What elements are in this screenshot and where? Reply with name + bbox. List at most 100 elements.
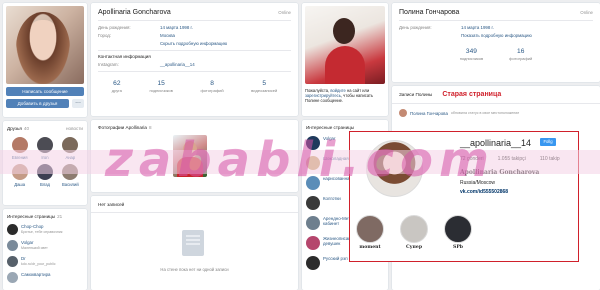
profile-counters: 62 друга 15 подписчиков 8 фотографий 5 видео… <box>98 80 291 93</box>
highlight-label: moment <box>359 245 381 250</box>
counter-videos[interactable]: 5 видеозаписей <box>251 80 277 93</box>
page-avatar <box>7 272 18 283</box>
instagram-highlight: Супер <box>394 215 434 250</box>
page-title: Самоквартира <box>21 272 51 277</box>
counter-label: подписчиков <box>149 87 173 93</box>
page-title: Dr <box>21 256 26 261</box>
friend-name: Iron <box>41 155 49 160</box>
more-actions-button[interactable]: ... <box>72 98 84 108</box>
photos-block: Фотографии Apollinaria 8 <box>91 120 298 192</box>
divider <box>98 20 291 21</box>
info-value[interactable]: Москва <box>160 33 175 38</box>
info-label-spacer <box>98 41 160 46</box>
instagram-profile-screenshot: __apollinaria__14 Follg 72 gönderi 1.055… <box>349 131 579 262</box>
toggle-details-link[interactable]: Скрыть подробную информацию <box>160 41 227 46</box>
instagram-followers-count: 1.055 takipçi <box>497 156 526 162</box>
side-page-avatar <box>306 156 320 170</box>
info-row-city: Город: Москва <box>98 33 291 38</box>
counter-label: видеозаписей <box>251 87 278 93</box>
side-page-avatar <box>306 196 320 210</box>
friends-news-link[interactable]: новости <box>66 126 83 131</box>
instagram-following-count: 110 takip <box>539 156 560 162</box>
second-name-row: Полина Гончарова Online <box>399 9 593 16</box>
side-profile-photo[interactable] <box>305 6 385 84</box>
info-row-instagram: Instagram: __apollinaria__14 <box>98 62 291 67</box>
side-pages-header: Интересные страницы <box>306 125 384 130</box>
page-item[interactable]: Chop-Chop Бритье, тебе справочник <box>7 224 83 235</box>
info-row-toggle: Скрыть подробную информацию <box>98 41 291 46</box>
counter-followers[interactable]: 15 подписчиков <box>149 80 172 93</box>
counter-photos[interactable]: 8 фотографий <box>200 80 223 93</box>
pages-title[interactable]: Интересные страницы <box>7 214 55 219</box>
page-subtitle: Маленький свет <box>21 246 48 250</box>
info-label: День рождения: <box>98 24 131 30</box>
instagram-link[interactable]: __apollinaria__14 <box>160 62 195 67</box>
wall-tab[interactable]: Нет записей <box>91 196 298 213</box>
friend-item[interactable]: Анар <box>58 137 83 160</box>
friends-block: Друзья 40 новости Евгения Iron Анар Даша … <box>3 121 87 205</box>
friend-avatar <box>11 164 28 180</box>
counter-followers[interactable]: 349 подписчиков <box>460 48 483 61</box>
counter-label: фотографий <box>200 87 224 93</box>
friend-item[interactable]: Даша <box>7 164 32 187</box>
counter-label: друга <box>111 87 122 93</box>
friends-title[interactable]: Друзья <box>7 126 22 131</box>
post-author-name: Полина Гончарова <box>410 110 448 116</box>
info-row-birthday: День рождения: 14 марта 1998 г. <box>98 25 291 30</box>
profile-avatar-card: Написать сообщение Добавить в друзья ... <box>3 3 87 117</box>
old-page-label: Старая страница <box>442 91 502 98</box>
wall-post[interactable]: Полина Гончарова обновила статус в свое … <box>392 104 600 122</box>
friend-name: Евгения <box>11 155 28 160</box>
instagram-stats: 72 gönderi 1.055 takipçi 110 takip <box>460 156 560 162</box>
highlight-label: SPb <box>453 245 463 250</box>
divider <box>98 49 291 51</box>
page-item[interactable]: Dr kdo.ru/dr_your_public <box>7 256 83 267</box>
friend-item[interactable]: Евгения <box>7 137 32 160</box>
photos-title[interactable]: Фотографии Apollinaria <box>98 125 147 130</box>
friend-avatar <box>36 164 53 180</box>
friend-avatar <box>36 137 53 153</box>
info-value[interactable]: 14 марта 1998 г. <box>461 25 494 30</box>
page-subtitle: kdo.ru/dr_your_public <box>21 262 56 266</box>
page-item[interactable]: Самоквартира <box>7 272 83 283</box>
info-label: День рождения: <box>399 24 432 30</box>
friend-name: Анар <box>65 155 76 160</box>
side-pages-title[interactable]: Интересные страницы <box>306 125 354 130</box>
friend-item[interactable]: Iron <box>32 137 57 160</box>
photo-thumbnail[interactable] <box>173 135 207 177</box>
counter-friends[interactable]: 62 друга <box>112 80 122 93</box>
friend-item[interactable]: Влад <box>32 164 57 187</box>
send-message-button[interactable]: Написать сообщение <box>6 87 84 96</box>
instagram-highlight: moment <box>350 215 390 250</box>
post-author-avatar <box>399 109 407 117</box>
divider <box>399 20 593 21</box>
interesting-pages-block: Интересные страницы 21 Chop-Chop Бритье, т… <box>3 209 87 290</box>
counter-number: 5 <box>262 79 266 87</box>
counter-number: 16 <box>517 47 525 55</box>
side-page-avatar <box>306 176 320 190</box>
post-action-text: обновила статус в свое местоположение <box>450 111 520 115</box>
info-value[interactable]: 14 марта 1998 г. <box>160 25 193 30</box>
second-profile-card: Полина Гончарова Online День рождения: 1… <box>392 3 600 82</box>
instagram-full-name: Apollinaria Goncharova <box>460 169 540 176</box>
profile-avatar-photo[interactable] <box>6 6 84 84</box>
friend-item[interactable]: Василий <box>58 164 83 187</box>
side-page-title: Volgar <box>323 136 336 141</box>
friend-avatar <box>11 137 28 153</box>
counter-number: 8 <box>210 79 214 87</box>
pages-header: Интересные страницы 21 <box>7 214 83 219</box>
counter-label: фотографий <box>509 55 533 61</box>
tab-wall-posts[interactable]: Записи Полины <box>399 92 432 97</box>
divider <box>98 71 291 72</box>
side-page-avatar <box>306 136 320 150</box>
show-details-link[interactable]: Показать подробную информацию <box>461 33 532 38</box>
counter-photos[interactable]: 16 фотографий <box>509 48 532 61</box>
page-item[interactable]: Volgar Маленький свет <box>7 240 83 251</box>
photos-count: 8 <box>148 125 152 130</box>
instagram-highlight: SPb <box>438 215 478 250</box>
instagram-avatar <box>366 140 423 197</box>
profile-name: Apollinaria Goncharova <box>98 9 171 16</box>
login-prompt: Пожалуйста, войдите на сайт или зарегист… <box>305 88 385 104</box>
side-page-title: Русский рэп <box>323 256 348 261</box>
add-friend-button[interactable]: Добавить в друзья <box>6 99 69 108</box>
